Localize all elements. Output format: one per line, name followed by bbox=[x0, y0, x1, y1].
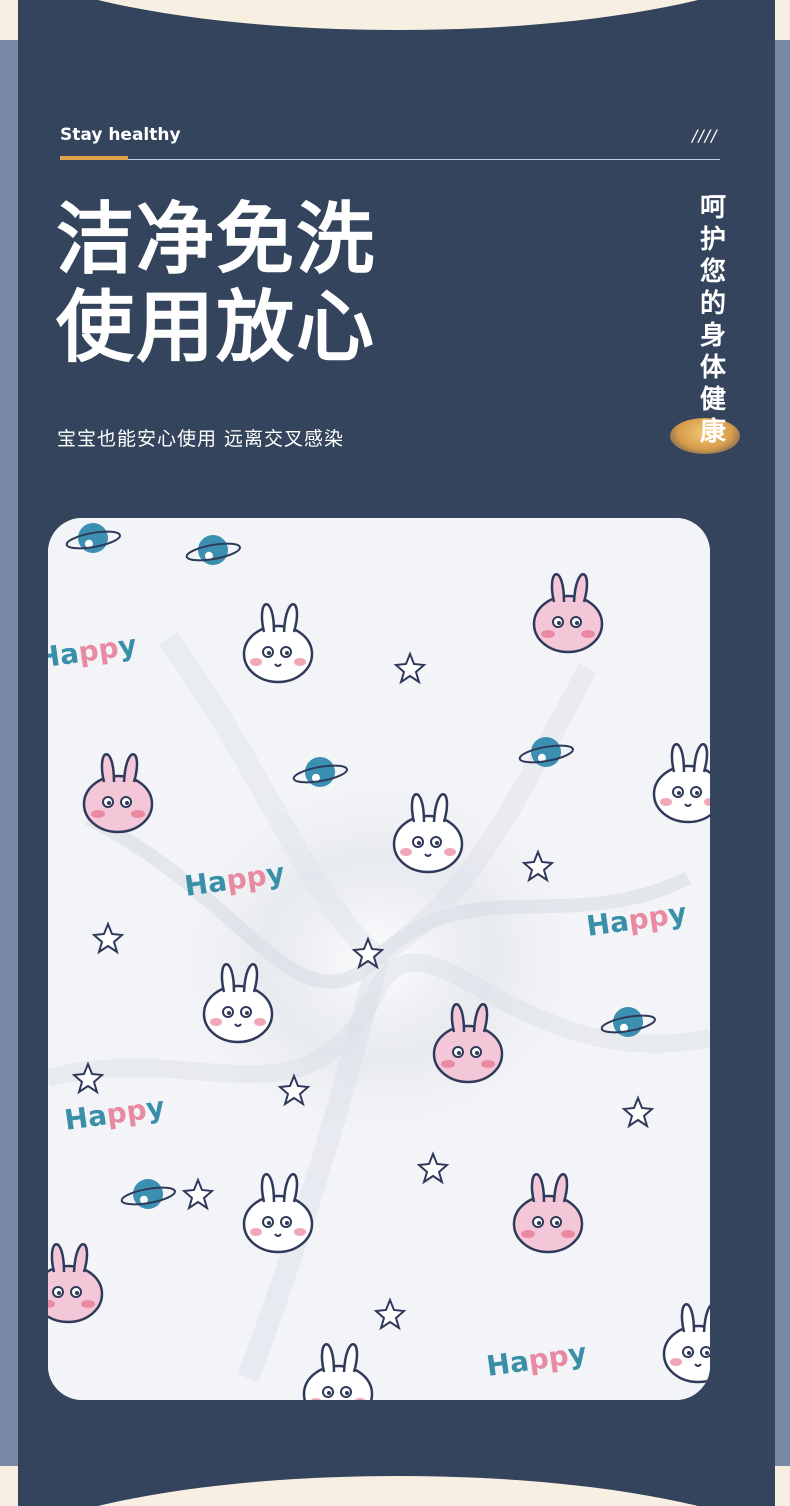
panel-top-curve bbox=[18, 0, 775, 30]
panel-bottom-curve bbox=[18, 1476, 775, 1506]
vertical-char: 您 bbox=[699, 257, 726, 287]
slash-decoration: //// bbox=[692, 126, 718, 145]
tissue-pattern: HappyHappyHappyHappyHappy bbox=[48, 518, 710, 1400]
subtitle: 宝宝也能安心使用 远离交叉感染 bbox=[57, 428, 345, 450]
vertical-char: 健 bbox=[699, 385, 726, 415]
vertical-char: 呵 bbox=[699, 193, 726, 223]
vertical-char: 的 bbox=[699, 289, 726, 319]
vertical-char: 护 bbox=[699, 225, 726, 255]
vertical-slogan: 呵 护 您 的 身 体 健 康 bbox=[696, 192, 730, 448]
tissue-photo: Happy Happy Happy Happy Happy bbox=[48, 518, 710, 1400]
header-divider bbox=[128, 159, 720, 160]
headline-line-2: 使用放心 bbox=[56, 283, 377, 373]
headline: 洁净免洗 使用放心 bbox=[56, 196, 376, 372]
headline-line-1: 洁净免洗 bbox=[56, 195, 377, 285]
tagline-underline bbox=[60, 156, 128, 160]
tagline: Stay healthy bbox=[60, 125, 181, 145]
vertical-char: 身 bbox=[699, 321, 726, 351]
vertical-char: 体 bbox=[699, 353, 726, 383]
vertical-char: 康 bbox=[699, 417, 726, 447]
